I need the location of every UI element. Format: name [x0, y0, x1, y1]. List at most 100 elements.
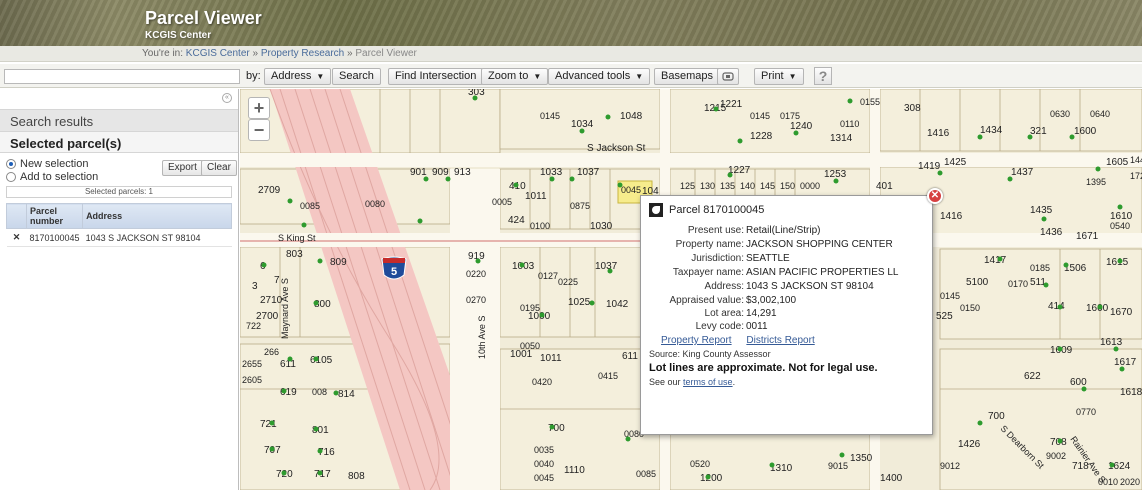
parcel-label: 803 [286, 249, 303, 260]
parcel-label: 611 [622, 351, 638, 362]
parcel-label: 9002 [1046, 451, 1066, 461]
parcel-label: 0875 [570, 201, 590, 211]
field-label: Appraised value: [669, 295, 745, 306]
parcel-label: 0085 [300, 201, 320, 211]
parcel-label: 1600 [1086, 303, 1109, 314]
terms-of-use-link[interactable]: terms of use [683, 377, 733, 387]
parcel-label: 1037 [595, 261, 618, 272]
remove-parcel-icon[interactable]: ✕ [6, 228, 27, 247]
parcel-label: 1033 [540, 167, 563, 178]
breadcrumb-kcgis[interactable]: KCGIS Center [186, 48, 250, 59]
zoom-out-button[interactable]: − [248, 119, 270, 141]
clear-button[interactable]: Clear [201, 160, 237, 176]
parcel-label: 0225 [558, 277, 578, 287]
breadcrumb-sep: » [252, 48, 259, 59]
delete-column-header [6, 203, 27, 229]
print-menu[interactable]: Print ▼ [754, 68, 804, 85]
parcel-label: 622 [1024, 371, 1041, 382]
search-button[interactable]: Search [332, 68, 381, 85]
address-cell[interactable]: 1043 S JACKSON ST 98104 [82, 228, 232, 247]
parcel-label: 700 [988, 411, 1005, 422]
parcel-label: 913 [454, 167, 471, 178]
panel-top: « [0, 89, 238, 109]
add-to-selection-radio[interactable] [6, 172, 16, 182]
parcel-label: 0080 [365, 199, 385, 209]
popup-title-row: Parcel 8170100045 [649, 203, 764, 217]
field-value: 0011 [746, 321, 768, 332]
app-title: Parcel Viewer [145, 8, 262, 28]
parcel-label: 0175 [780, 111, 800, 121]
parcel-label: 1436 [1040, 227, 1063, 238]
toolbar: by: Address ▼ Search Find Intersection Zo… [0, 64, 1142, 88]
new-selection-radio[interactable] [6, 159, 16, 169]
search-by-select[interactable]: Address ▼ [264, 68, 332, 85]
parcel-label: 0100 [530, 221, 550, 231]
parcel-label: 0770 [1076, 407, 1096, 417]
property-report-link[interactable]: Property Report [661, 335, 732, 346]
parcel-label: 1605 [1106, 157, 1129, 168]
parcel-label: 1416 [927, 128, 950, 139]
parcel-label: 1670 [1110, 307, 1133, 318]
print-label: Print [761, 70, 784, 82]
zoom-in-button[interactable]: + [248, 97, 270, 119]
zoom-to-menu[interactable]: Zoom to ▼ [481, 68, 549, 85]
field-label: Property name: [675, 239, 744, 250]
parcel-label: 2655 [242, 359, 262, 369]
king-county-logo-icon [649, 203, 663, 217]
parcel-label: 6105 [310, 355, 333, 366]
parcel-label: 1600 [1074, 126, 1097, 137]
parcel-number-header[interactable]: Parcel number [25, 203, 84, 229]
parcel-label: 808 [348, 471, 365, 482]
parcel-label: 308 [904, 103, 921, 114]
parcel-label: 0145 [940, 291, 960, 301]
search-by-value: Address [271, 70, 312, 82]
add-to-selection-option[interactable]: Add to selection [6, 171, 98, 183]
parcel-label: 600 [1070, 377, 1087, 388]
help-button[interactable]: ? [814, 67, 832, 85]
search-results-header[interactable]: Search results [0, 109, 238, 131]
parcel-label: 1253 [824, 169, 847, 180]
chevron-down-icon: ▼ [316, 72, 325, 81]
breadcrumb-property-research[interactable]: Property Research [261, 48, 344, 59]
find-intersection-button[interactable]: Find Intersection [388, 68, 484, 85]
selected-count: Selected parcels: 1 [6, 186, 232, 198]
parcel-label: 0155 [860, 97, 880, 107]
parcel-label: 0520 [690, 459, 710, 469]
selection-options: New selection Add to selection Export Cl… [0, 156, 238, 204]
popup-terms: See our terms of use. [649, 377, 735, 387]
interstate-shield-icon: 5 [381, 256, 407, 280]
left-panel: « Search results Selected parcel(s) New … [0, 89, 239, 490]
export-button[interactable]: Export [162, 160, 203, 176]
popup-source: Source: King County Assessor [649, 349, 771, 359]
address-header[interactable]: Address [82, 203, 232, 229]
search-input[interactable] [4, 69, 240, 84]
parcel-label: 0085 [636, 469, 656, 479]
basemap-toggle-button[interactable] [717, 68, 739, 85]
parcel-label: 5100 [966, 277, 989, 288]
parcel-label: 1011 [540, 353, 562, 364]
breadcrumb-sep: » [347, 48, 353, 59]
selected-parcels-header[interactable]: Selected parcel(s) [0, 131, 238, 153]
parcel-label: 145 [760, 181, 775, 191]
close-popup-icon[interactable]: ✕ [927, 188, 943, 204]
parcel-label: 1000 [528, 311, 551, 322]
collapse-panel-icon[interactable]: « [222, 93, 232, 103]
table-row[interactable]: ✕ 8170100045 1043 S JACKSON ST 98104 [6, 228, 232, 247]
field-label: Taxpayer name: [672, 267, 744, 278]
districts-report-link[interactable]: Districts Report [746, 335, 814, 346]
advanced-tools-menu[interactable]: Advanced tools ▼ [548, 68, 651, 85]
new-selection-option[interactable]: New selection [6, 158, 88, 170]
breadcrumb-prefix: You're in: [142, 48, 184, 59]
search-by-label: by: [246, 70, 261, 82]
parcel-label: 525 [936, 311, 953, 322]
parcel-label: 0270 [466, 295, 486, 305]
add-to-selection-label: Add to selection [20, 171, 99, 183]
parcel-label: 1437 [1011, 167, 1034, 178]
parcel-label: 1042 [606, 299, 629, 310]
parcel-number-cell[interactable]: 8170100045 [26, 228, 83, 247]
parcel-label: 321 [1030, 126, 1047, 137]
parcel-label: 9015 [828, 461, 848, 471]
parcel-label: 1613 [1100, 337, 1123, 348]
parcel-label: 0040 [534, 459, 554, 469]
basemaps-button[interactable]: Basemaps [654, 68, 720, 85]
